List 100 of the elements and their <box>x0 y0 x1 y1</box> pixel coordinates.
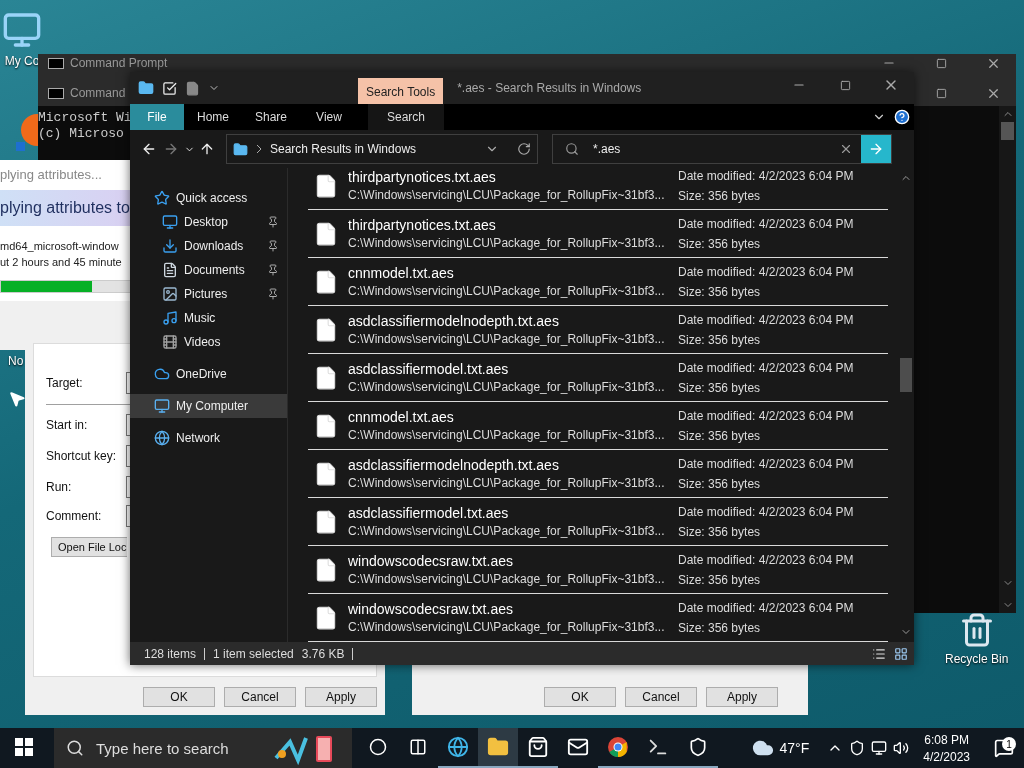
browser-icon[interactable] <box>15 112 39 152</box>
input-field[interactable] <box>126 505 130 527</box>
file-name: windowscodecsraw.txt.aes <box>348 601 514 617</box>
properties-icon[interactable] <box>162 80 177 96</box>
desktop-icon-label[interactable]: No <box>8 354 24 368</box>
window-title: Command Prompt <box>70 56 168 70</box>
window-title: *.aes - Search Results in Windows <box>456 80 643 97</box>
search-field[interactable]: *.aes <box>552 134 892 164</box>
clear-icon[interactable] <box>839 142 853 156</box>
bag-icon <box>527 736 549 758</box>
file-path: C:\Windows\servicing\LCU\Package_for_RollupFix~31bf3... <box>348 188 666 202</box>
maximize-icon <box>935 57 947 69</box>
scrollbar-thumb[interactable] <box>900 358 912 392</box>
windows-logo-icon <box>14 738 33 756</box>
ribbon-tab[interactable]: Share <box>242 104 300 130</box>
pin-icon <box>267 240 279 252</box>
taskbar-app[interactable] <box>478 728 518 768</box>
file-path: C:\Windows\servicing\LCU\Package_for_RollupFix~31bf3... <box>348 236 666 250</box>
input-field[interactable] <box>126 372 130 394</box>
date-modified: Date modified: 4/2/2023 6:04 PM <box>678 168 855 183</box>
date-modified: Date modified: 4/2/2023 6:04 PM <box>678 408 855 423</box>
search-input[interactable]: *.aes <box>591 141 839 157</box>
dialog-button[interactable]: OK <box>143 687 215 707</box>
dialog-title: plying attributes... <box>0 166 103 184</box>
file-row[interactable]: asdclassifiermodelnodepth.txt.aes C:\Windows\servicing\LCU\Package_for_RollupFix~31bf3... Date modified: 4/2/2023 6:04 PM Size: 356 bytes <box>308 306 888 354</box>
desktop-icon-label[interactable]: My Co <box>4 54 40 68</box>
date-modified: Date modified: 4/2/2023 6:04 PM <box>678 360 855 375</box>
file-path: C:\Windows\servicing\LCU\Package_for_RollupFix~31bf3... <box>348 332 666 346</box>
file-name: asdclassifiermodelnodepth.txt.aes <box>348 457 560 473</box>
chevron-icon <box>256 144 262 154</box>
file-row[interactable]: asdclassifiermodel.txt.aes C:\Windows\servicing\LCU\Package_for_RollupFix~31bf3... Date modified: 4/2/2023 6:04 PM Size: 356 bytes <box>308 354 888 402</box>
notification-button[interactable]: 1 <box>984 738 1024 758</box>
downloads-icon <box>162 238 178 254</box>
pin-icon <box>267 216 279 228</box>
file-row[interactable]: cnnmodel.txt.aes C:\Windows\servicing\LCU\Package_for_RollupFix~31bf3... Date modified: 4/2/2023 6:04 PM Size: 356 bytes <box>308 402 888 450</box>
file-row[interactable]: cnnmodel.txt.aes C:\Windows\servicing\LCU\Package_for_RollupFix~31bf3... Date modified: 4/2/2023 6:04 PM Size: 356 bytes <box>308 258 888 306</box>
ribbon-tab[interactable]: Home <box>184 104 242 130</box>
clock-time[interactable]: 6:08 PM <box>924 732 969 747</box>
open-location-button[interactable]: Open File Loc <box>51 537 127 557</box>
network-icon[interactable] <box>871 740 888 756</box>
date-modified: Date modified: 4/2/2023 6:04 PM <box>678 504 855 519</box>
nav-item[interactable]: Network <box>130 426 287 450</box>
nav-item[interactable]: Desktop <box>130 210 287 234</box>
clock-date[interactable]: 4/2/2023 <box>923 749 970 764</box>
weather-temperature[interactable]: 47°F <box>779 740 810 756</box>
dialog-button[interactable]: Apply <box>305 687 377 707</box>
nav-item[interactable]: My Computer <box>130 394 287 418</box>
computer-icon[interactable] <box>2 10 42 50</box>
field-label: Target: <box>46 376 84 390</box>
nav-item[interactable]: Music <box>130 306 287 330</box>
address-bar[interactable]: Search Results in Windows <box>226 134 538 164</box>
input-field[interactable] <box>126 445 130 467</box>
dialog-button[interactable]: Cancel <box>625 687 697 707</box>
nav-item[interactable]: Videos <box>130 330 287 354</box>
scrollbar-thumb[interactable] <box>1001 122 1014 140</box>
dialog-button[interactable]: OK <box>544 687 616 707</box>
file-path: C:\Windows\servicing\LCU\Package_for_RollupFix~31bf3... <box>348 428 666 442</box>
tray-app-icon[interactable] <box>849 740 866 756</box>
tiles-view-icon[interactable] <box>894 646 908 661</box>
selection-info: 1 item selected <box>213 646 294 661</box>
file-row[interactable]: windowscodecsraw.txt.aes C:\Windows\servicing\LCU\Package_for_RollupFix~31bf3... Date modified: 4/2/2023 6:04 PM Size: 356 bytes <box>308 546 888 594</box>
nav-item[interactable]: Documents <box>130 258 287 282</box>
file-row[interactable]: thirdpartynotices.txt.aes C:\Windows\servicing\LCU\Package_for_RollupFix~31bf3... Date modified: 4/2/2023 6:04 PM Size: 356 bytes <box>308 210 888 258</box>
ribbon-tab[interactable]: File <box>130 104 184 130</box>
desktop-icon-label[interactable]: Recycle Bin <box>945 652 1009 666</box>
notification-count: 1 <box>1002 737 1016 751</box>
file-row[interactable]: asdclassifiermodel.txt.aes C:\Windows\servicing\LCU\Package_for_RollupFix~31bf3... Date modified: 4/2/2023 6:04 PM Size: 356 bytes <box>308 498 888 546</box>
file-icon[interactable] <box>185 80 200 96</box>
file-row[interactable]: thirdpartynotices.txt.aes C:\Windows\servicing\LCU\Package_for_RollupFix~31bf3... Date modified: 4/2/2023 6:04 PM Size: 356 bytes <box>308 168 888 210</box>
desktop-icon <box>162 214 178 230</box>
help-icon[interactable] <box>894 109 910 125</box>
nav-item[interactable]: Downloads <box>130 234 287 258</box>
ribbon-tab[interactable]: Search <box>368 104 444 130</box>
volume-icon[interactable] <box>893 740 910 756</box>
file-row[interactable]: asdclassifiermodelnodepth.txt.aes C:\Windows\servicing\LCU\Package_for_RollupFix~31bf3... Date modified: 4/2/2023 6:04 PM Size: 356 bytes <box>308 450 888 498</box>
file-name: windowscodecsraw.txt.aes <box>348 553 514 569</box>
input-field[interactable] <box>126 476 130 498</box>
console-text: Microsoft Wi <box>38 110 132 126</box>
star-icon <box>154 190 170 206</box>
dialog-heading: plying attributes to <box>0 190 132 226</box>
search-input[interactable]: Type here to search <box>94 738 262 758</box>
search-icon <box>66 739 84 757</box>
videos-icon <box>162 334 178 350</box>
nav-item[interactable]: Pictures <box>130 282 287 306</box>
nav-item[interactable]: Quick access <box>130 186 287 210</box>
file-name: asdclassifiermodel.txt.aes <box>348 505 510 521</box>
refresh-icon[interactable] <box>517 142 531 156</box>
task-view-icon <box>409 738 427 756</box>
details-view-icon[interactable] <box>872 646 886 661</box>
dialog-button[interactable]: Cancel <box>224 687 296 707</box>
input-field[interactable] <box>126 414 130 436</box>
ribbon-tab[interactable]: View <box>300 104 358 130</box>
taskbar-search[interactable]: Type here to search <box>54 728 352 768</box>
console-icon <box>48 87 64 99</box>
cloud-icon <box>154 366 170 382</box>
file-path: C:\Windows\servicing\LCU\Package_for_RollupFix~31bf3... <box>348 524 666 538</box>
forward-arrow-icon <box>163 141 179 157</box>
nav-item[interactable]: OneDrive <box>130 362 287 386</box>
dialog-button[interactable]: Apply <box>706 687 778 707</box>
notification-icon <box>994 738 1014 758</box>
